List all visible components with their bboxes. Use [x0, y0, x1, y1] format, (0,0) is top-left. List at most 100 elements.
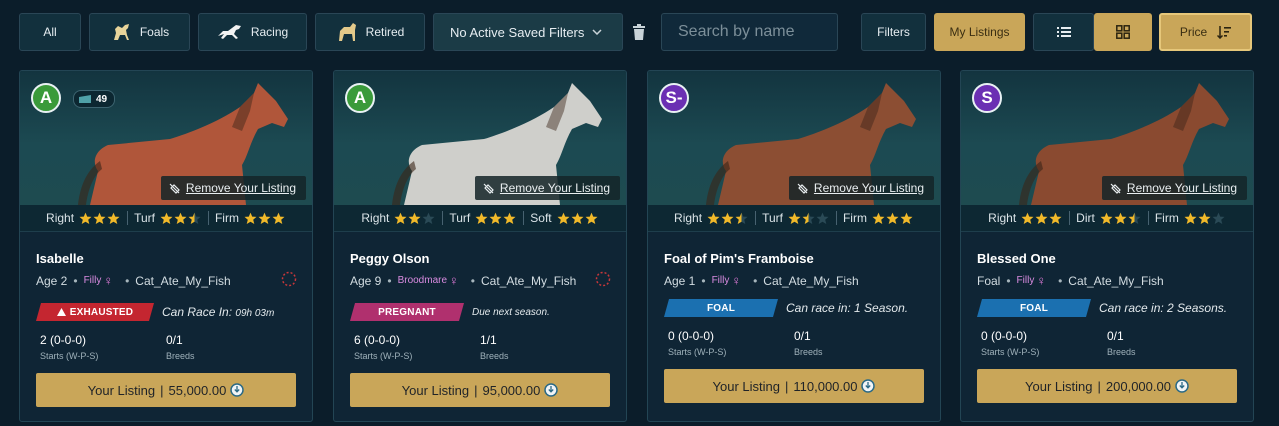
preference-label: Turf: [762, 211, 783, 225]
status-text: Can Race In: 09h 03m: [162, 305, 274, 319]
remove-tag-icon: [483, 183, 494, 194]
remove-listing-link[interactable]: Remove Your Listing: [1101, 176, 1247, 200]
remove-tag-icon: [1110, 183, 1121, 194]
grade-label: A: [39, 88, 53, 107]
preference-label: Right: [46, 211, 75, 225]
filter-racing-label: Racing: [250, 25, 289, 39]
price-sort-button[interactable]: Price: [1159, 13, 1252, 51]
starts-label: Starts (W-P-S): [354, 351, 413, 361]
owner-name[interactable]: Cat_Ate_My_Fish: [481, 274, 576, 288]
remove-tag-icon: [797, 183, 808, 194]
gauge-icon: [79, 95, 91, 103]
preference-firm: Firm: [1147, 211, 1232, 225]
preference-right: Right: [40, 211, 127, 225]
surface-preferences: Right Turf Firm: [20, 205, 312, 232]
preference-turf: Turf: [442, 211, 523, 225]
preference-turf: Turf: [127, 211, 208, 225]
dna-icon[interactable]: [595, 271, 611, 287]
owner-name[interactable]: Cat_Ate_My_Fish: [763, 274, 858, 288]
coin-icon: [230, 383, 245, 397]
filter-all-button[interactable]: All: [19, 13, 81, 51]
horse-stats: 0 (0-0-0) Starts (W-P-S) 0/1 Breeds: [668, 329, 920, 357]
status-value: 1 Season.: [854, 301, 909, 315]
my-listings-button[interactable]: My Listings: [934, 13, 1025, 51]
star-icon: [422, 212, 435, 224]
status-tag: EXHAUSTED: [36, 303, 154, 321]
starts-value: 2 (0-0-0): [40, 333, 87, 347]
starts-stat: 0 (0-0-0) Starts (W-P-S): [668, 329, 794, 357]
your-listing-button[interactable]: Your Listing | 110,000.00: [664, 369, 924, 403]
your-listing-label: Your Listing: [712, 378, 780, 394]
status-tag-label: PREGNANT: [378, 306, 436, 318]
horse-listing-card[interactable]: A Remove Your Listing 49 Right Turf Firm I…: [19, 70, 313, 422]
grade-badge: A: [31, 83, 61, 113]
your-listing-button[interactable]: Your Listing | 95,000.00: [350, 373, 610, 407]
remove-listing-link[interactable]: Remove Your Listing: [474, 176, 620, 200]
grid-view-button[interactable]: [1094, 13, 1152, 51]
starts-stat: 0 (0-0-0) Starts (W-P-S): [981, 329, 1107, 357]
coin-icon: [1175, 379, 1189, 393]
filters-button[interactable]: Filters: [861, 13, 926, 51]
grade-badge: A: [345, 83, 375, 113]
star-icon: [886, 212, 899, 224]
starts-value: 0 (0-0-0): [668, 329, 715, 343]
star-icon: [557, 212, 570, 224]
remove-listing-link[interactable]: Remove Your Listing: [160, 176, 306, 200]
grid-view-icon: [1116, 25, 1130, 39]
owner-name[interactable]: Cat_Ate_My_Fish: [1068, 274, 1163, 288]
star-icon: [816, 212, 829, 224]
saved-filters-select[interactable]: No Active Saved Filters: [433, 13, 623, 51]
surface-preferences: Right Dirt Firm: [961, 205, 1253, 232]
listing-price: 55,000.00: [168, 382, 227, 398]
horse-name[interactable]: Blessed One: [977, 251, 1237, 266]
search-input[interactable]: Search by name: [661, 13, 838, 51]
filters-label: Filters: [877, 25, 910, 39]
dna-icon[interactable]: [281, 271, 297, 287]
horse-name[interactable]: Peggy Olson: [350, 251, 610, 266]
preference-label: Right: [988, 211, 1017, 225]
separator-dot: •: [753, 273, 758, 288]
starts-value: 6 (0-0-0): [354, 333, 401, 347]
remove-listing-link[interactable]: Remove Your Listing: [788, 176, 934, 200]
horse-meta: Age 9 • Broodmare ♀ • Cat_Ate_My_Fish: [350, 273, 610, 288]
trash-icon[interactable]: [632, 24, 646, 40]
horse-name[interactable]: Isabelle: [36, 251, 296, 266]
grade-label: A: [353, 88, 367, 107]
status-row: EXHAUSTED Can Race In: 09h 03m: [36, 303, 274, 321]
preference-label: Turf: [134, 211, 155, 225]
horse-listing-card[interactable]: A Remove Your Listing Right Turf Soft Pegg…: [333, 70, 627, 422]
filter-retired-button[interactable]: Retired: [315, 13, 425, 51]
chevron-down-icon: [592, 29, 602, 35]
status-tag: FOAL: [977, 299, 1091, 317]
horse-stats: 6 (0-0-0) Starts (W-P-S) 1/1 Breeds: [354, 333, 606, 361]
horse-sex: Broodmare: [397, 275, 448, 286]
breeds-stat: 0/1 Breeds: [166, 333, 292, 361]
status-text: Can race in: 2 Seasons.: [1099, 301, 1227, 315]
horse-age: Foal: [977, 273, 1001, 288]
horse-listing-card[interactable]: S- Remove Your Listing Right Turf Firm Foa…: [647, 70, 941, 422]
filter-racing-button[interactable]: Racing: [198, 13, 307, 51]
horse-sex: Filly: [711, 275, 730, 286]
horse-info: Peggy Olson Age 9 • Broodmare ♀ • Cat_At…: [350, 251, 610, 288]
price-sort-label: Price: [1179, 25, 1208, 39]
price-separator: |: [474, 382, 478, 398]
preference-label: Right: [361, 211, 390, 225]
status-row: FOAL Can race in: 2 Seasons.: [977, 299, 1227, 317]
remove-listing-label: Remove Your Listing: [1126, 181, 1237, 195]
remove-listing-label: Remove Your Listing: [499, 181, 610, 195]
horse-info: Blessed One Foal • Filly ♀ • Cat_Ate_My_…: [977, 251, 1237, 288]
horse-age: Age 2: [36, 273, 68, 288]
list-view-button[interactable]: [1033, 13, 1094, 51]
your-listing-button[interactable]: Your Listing | 55,000.00: [36, 373, 296, 407]
your-listing-button[interactable]: Your Listing | 200,000.00: [977, 369, 1237, 403]
horse-stats: 2 (0-0-0) Starts (W-P-S) 0/1 Breeds: [40, 333, 292, 361]
remove-listing-label: Remove Your Listing: [185, 181, 296, 195]
remove-tag-icon: [169, 183, 180, 194]
filter-foals-button[interactable]: Foals: [89, 13, 190, 51]
owner-name[interactable]: Cat_Ate_My_Fish: [135, 274, 230, 288]
price-separator: |: [1097, 378, 1101, 394]
horse-listing-card[interactable]: S Remove Your Listing Right Dirt Firm Bles…: [960, 70, 1254, 422]
star-icon: [1198, 212, 1211, 224]
coin-icon: [861, 379, 876, 393]
horse-name[interactable]: Foal of Pim's Framboise: [664, 251, 924, 266]
